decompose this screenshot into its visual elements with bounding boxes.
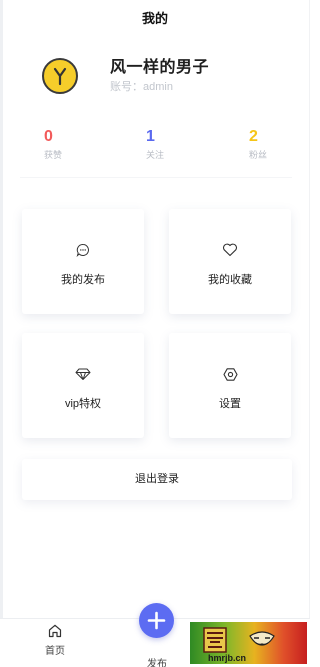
diamond-icon	[22, 367, 144, 383]
avatar-logo-icon	[53, 67, 67, 86]
account-id: 账号：admin	[110, 81, 173, 93]
watermark-logo: hmrjb.cn	[190, 622, 307, 664]
menu-card-label: vip特权	[64, 398, 102, 410]
watermark-text: hmrjb.cn	[208, 653, 246, 663]
page-title: 我的	[141, 11, 168, 26]
home-icon	[48, 624, 62, 638]
username: 风一样的男子	[110, 59, 210, 76]
logout-button[interactable]: 退出登录	[22, 459, 292, 500]
stat-label: 粉丝	[249, 150, 268, 160]
stat-followers[interactable]: 2 粉丝	[249, 128, 299, 161]
stat-value: 1	[146, 128, 155, 145]
menu-card-settings[interactable]: 设置	[169, 333, 291, 438]
stat-following[interactable]: 1 关注	[146, 128, 196, 161]
comment-icon	[22, 243, 144, 259]
avatar[interactable]	[42, 58, 78, 94]
stat-likes[interactable]: 0 获赞	[44, 128, 94, 161]
menu-card-my-posts[interactable]: 我的发布	[22, 209, 144, 314]
plus-icon	[147, 611, 166, 630]
stat-value: 2	[249, 128, 258, 145]
publish-button[interactable]	[139, 603, 174, 638]
menu-card-favorites[interactable]: 我的收藏	[169, 209, 291, 314]
stat-label: 获赞	[44, 150, 63, 160]
menu-card-label: 我的收藏	[208, 274, 252, 286]
stat-value: 0	[44, 128, 53, 145]
stat-label: 关注	[146, 150, 165, 160]
settings-icon	[169, 367, 291, 383]
tab-publish-label[interactable]: 发布	[137, 655, 177, 667]
menu-card-vip[interactable]: vip特权	[22, 333, 144, 438]
tab-home-label: 首页	[45, 646, 65, 657]
tab-home[interactable]: 首页	[35, 623, 75, 657]
menu-card-label: 设置	[219, 398, 241, 410]
profile-header[interactable]: 风一样的男子 账号：admin	[38, 50, 298, 100]
stats-row: 0 获赞 1 关注 2 粉丝	[20, 128, 292, 178]
menu-card-label: 我的发布	[61, 274, 105, 286]
heart-icon	[169, 243, 291, 259]
